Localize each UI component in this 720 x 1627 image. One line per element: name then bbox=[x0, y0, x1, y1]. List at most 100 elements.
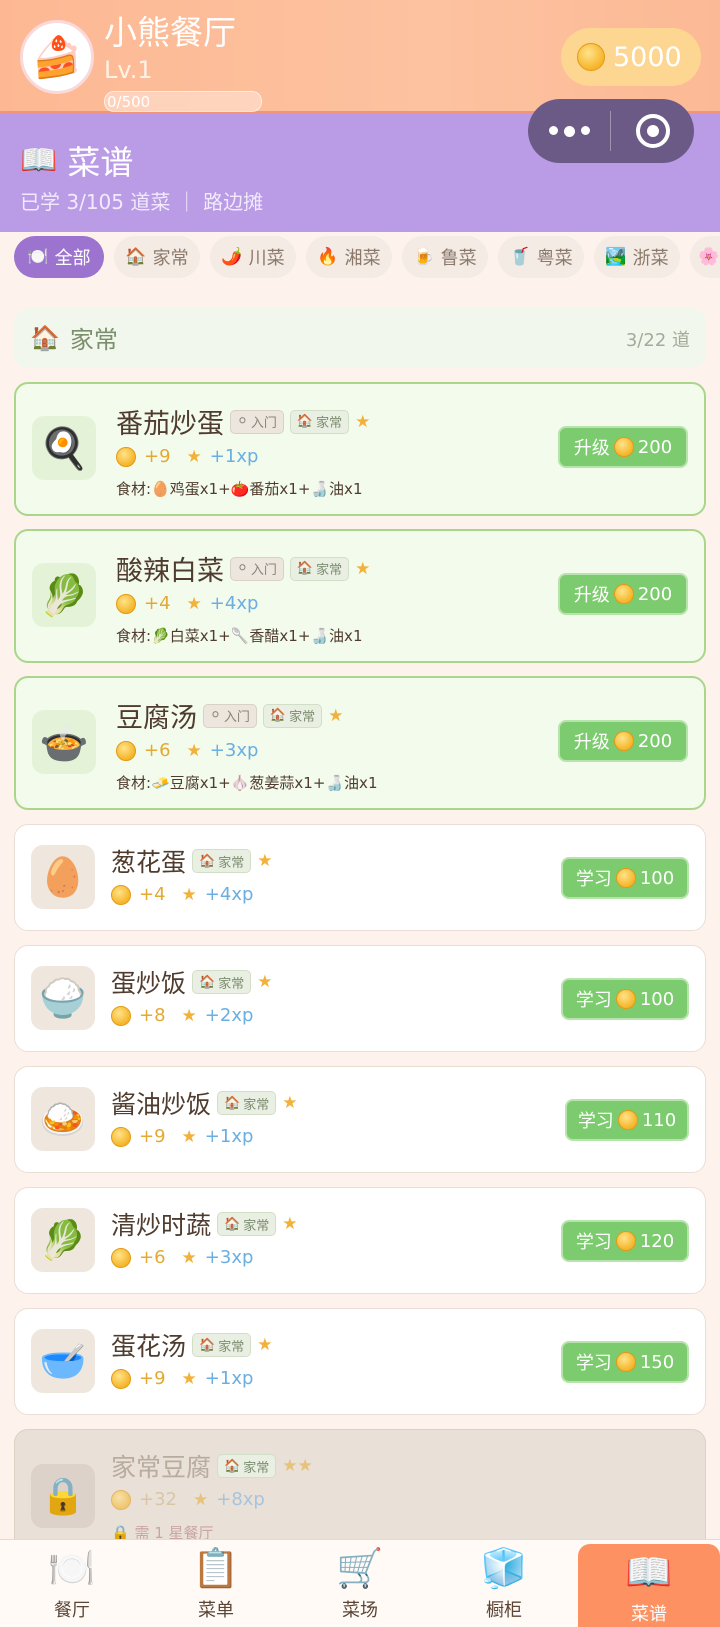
dish-title-row: 蛋花汤 🏠 家常 ★ bbox=[111, 1327, 272, 1363]
cuisine-badge-text: 家常 bbox=[218, 855, 245, 871]
fire-icon: 🔥 bbox=[317, 247, 339, 267]
star-rating: ★ bbox=[282, 1214, 298, 1234]
coin-reward: +6 bbox=[139, 1247, 166, 1268]
coin-icon bbox=[111, 1126, 131, 1147]
dish-name: 清炒时蔬 bbox=[111, 1211, 212, 1240]
cuisine-badge: 🏠 家常 bbox=[217, 1454, 277, 1478]
plate-cutlery-icon: 🍽️ bbox=[48, 1546, 96, 1590]
coin-value: 5000 bbox=[613, 41, 682, 73]
recipe-card[interactable]: 🍲 豆腐汤 ⚪ 入门 🏠 家常 ★ +6 ★ +3xp 食材:🧈豆腐x1+🧄葱姜蒜x… bbox=[14, 676, 706, 810]
button-label: 学习 bbox=[575, 869, 612, 890]
upgrade-button[interactable]: 升级 200 bbox=[558, 426, 688, 468]
recipe-card[interactable]: 🍚 蛋炒饭 🏠 家常 ★ +8 ★ +2xp 学习 100 bbox=[14, 945, 706, 1052]
xp-reward: +8xp bbox=[216, 1489, 265, 1510]
nav-label: 餐厅 bbox=[54, 1600, 90, 1621]
ingredients: 食材:🥬白菜x1+🥄香醋x1+🍶油x1 bbox=[116, 627, 363, 645]
recipe-card[interactable]: 🥬 酸辣白菜 ⚪ 入门 🏠 家常 ★ +4 ★ +4xp 食材:🥬白菜x1+🥄香醋x… bbox=[14, 529, 706, 663]
button-label: 升级 bbox=[573, 732, 610, 753]
tab-sichuan[interactable]: 🌶️ 川菜 bbox=[210, 236, 296, 278]
upgrade-button[interactable]: 升级 200 bbox=[558, 720, 688, 762]
exp-text: 0/500 bbox=[107, 93, 151, 111]
learn-button[interactable]: 学习 150 bbox=[561, 1341, 689, 1383]
tab-more-cuisine[interactable]: 🌸 bbox=[690, 236, 720, 278]
top-bar: 🍰 小熊餐厅 Lv.1 0/500 5000 bbox=[0, 0, 720, 114]
learn-button[interactable]: 学习 110 bbox=[565, 1099, 689, 1141]
star-rating: ★ bbox=[355, 558, 371, 579]
dish-icon-box: 🔒 bbox=[31, 1464, 95, 1528]
recipe-card[interactable]: 🥬 清炒时蔬 🏠 家常 ★ +6 ★ +3xp 学习 120 bbox=[14, 1187, 706, 1294]
avatar[interactable]: 🍰 bbox=[20, 20, 94, 94]
cuisine-badge-text: 家常 bbox=[218, 1339, 245, 1355]
nav-menu[interactable]: 📋 菜单 bbox=[144, 1540, 288, 1627]
dish-stats: +32 ★ +8xp bbox=[111, 1489, 265, 1510]
dish-title-row: 葱花蛋 🏠 家常 ★ bbox=[111, 843, 272, 879]
upgrade-button[interactable]: 升级 200 bbox=[558, 573, 688, 615]
tab-hunan[interactable]: 🔥 湘菜 bbox=[306, 236, 392, 278]
section-title-text: 家常 bbox=[69, 326, 118, 354]
tab-cantonese[interactable]: 🥤 粤菜 bbox=[498, 236, 584, 278]
cuisine-badge: 🏠 家常 bbox=[192, 970, 252, 994]
learn-button[interactable]: 学习 100 bbox=[561, 978, 689, 1020]
house-icon: 🏠 bbox=[125, 247, 147, 267]
nav-market[interactable]: 🛒 菜场 bbox=[288, 1540, 432, 1627]
star-icon: ★ bbox=[186, 593, 202, 614]
tab-label: 粤菜 bbox=[536, 248, 573, 269]
curry-rice-icon: 🍛 bbox=[39, 1096, 87, 1141]
dish-icon-box: 🥬 bbox=[31, 1208, 95, 1272]
recipe-card[interactable]: 🍳 番茄炒蛋 ⚪ 入门 🏠 家常 ★ +9 ★ +1xp 食材:🥚鸡蛋x1+🍅番茄x… bbox=[14, 382, 706, 516]
xp-reward: +1xp bbox=[204, 1368, 254, 1389]
dish-name: 葱花蛋 bbox=[111, 848, 187, 877]
learn-button[interactable]: 学习 100 bbox=[561, 857, 689, 899]
recipe-progress-text: 已学 3/105 道菜 ｜ 路边摊 bbox=[20, 190, 264, 214]
recipe-card[interactable]: 🍛 酱油炒饭 🏠 家常 ★ +9 ★ +1xp 学习 110 bbox=[14, 1066, 706, 1173]
button-label: 学习 bbox=[575, 1232, 612, 1253]
level-badge-text: 入门 bbox=[250, 416, 277, 431]
tab-shandong[interactable]: 🍺 鲁菜 bbox=[402, 236, 488, 278]
xp-reward: +3xp bbox=[209, 740, 259, 761]
plate-icon: 🍽️ bbox=[27, 247, 49, 267]
recipe-card[interactable]: 🥚 葱花蛋 🏠 家常 ★ +4 ★ +4xp 学习 100 bbox=[14, 824, 706, 931]
cabbage-icon: 🥬 bbox=[39, 572, 89, 619]
dish-title-row: 豆腐汤 ⚪ 入门 🏠 家常 ★ bbox=[116, 696, 343, 735]
greens-icon: 🥬 bbox=[39, 1217, 87, 1262]
tab-all[interactable]: 🍽️ 全部 bbox=[14, 236, 104, 278]
shop-name: 小熊餐厅 bbox=[104, 13, 236, 52]
coin-icon bbox=[615, 989, 636, 1009]
tab-label: 浙菜 bbox=[632, 248, 669, 269]
egg-icon: 🥚 bbox=[39, 854, 87, 899]
blossom-icon: 🌸 bbox=[698, 247, 720, 267]
coin-balance[interactable]: 5000 bbox=[561, 28, 701, 86]
learn-button[interactable]: 学习 120 bbox=[561, 1220, 689, 1262]
tab-label: 家常 bbox=[152, 248, 189, 269]
nav-cabinet[interactable]: 🧊 橱柜 bbox=[432, 1540, 576, 1627]
more-icon[interactable] bbox=[528, 125, 610, 137]
coin-icon bbox=[615, 1352, 636, 1372]
dish-name: 蛋炒饭 bbox=[111, 969, 187, 998]
star-icon: ★ bbox=[181, 1247, 197, 1268]
star-icon: ★ bbox=[181, 1126, 197, 1147]
button-label: 学习 bbox=[575, 1353, 612, 1374]
ice-cube-icon: 🧊 bbox=[480, 1546, 528, 1590]
tab-label: 全部 bbox=[54, 248, 91, 269]
dish-icon-box: 🍲 bbox=[32, 710, 96, 774]
chili-icon: 🌶️ bbox=[221, 247, 243, 267]
mini-program-capsule bbox=[528, 99, 694, 163]
tab-zhejiang[interactable]: 🏞️ 浙菜 bbox=[594, 236, 680, 278]
cuisine-badge-text: 家常 bbox=[218, 976, 245, 992]
nav-recipes[interactable]: 📖 菜谱 bbox=[578, 1544, 720, 1627]
section-title: 🏠 家常 bbox=[30, 320, 118, 355]
recipe-card[interactable]: 🥣 蛋花汤 🏠 家常 ★ +9 ★ +1xp 学习 150 bbox=[14, 1308, 706, 1415]
nav-restaurant[interactable]: 🍽️ 餐厅 bbox=[0, 1540, 144, 1627]
level-badge: ⚪ 入门 bbox=[230, 409, 284, 434]
coin-icon bbox=[615, 1231, 636, 1251]
xp-reward: +4xp bbox=[204, 884, 254, 905]
button-cost: 200 bbox=[637, 730, 673, 752]
close-mini-program-button[interactable] bbox=[611, 114, 694, 148]
cuisine-badge-text: 家常 bbox=[243, 1097, 270, 1113]
tab-home-style[interactable]: 🏠 家常 bbox=[114, 236, 200, 278]
coin-icon bbox=[111, 884, 131, 905]
cuisine-badge-text: 家常 bbox=[243, 1218, 270, 1234]
button-cost: 100 bbox=[639, 867, 675, 889]
coin-reward: +4 bbox=[144, 593, 171, 614]
coin-icon bbox=[116, 593, 136, 614]
